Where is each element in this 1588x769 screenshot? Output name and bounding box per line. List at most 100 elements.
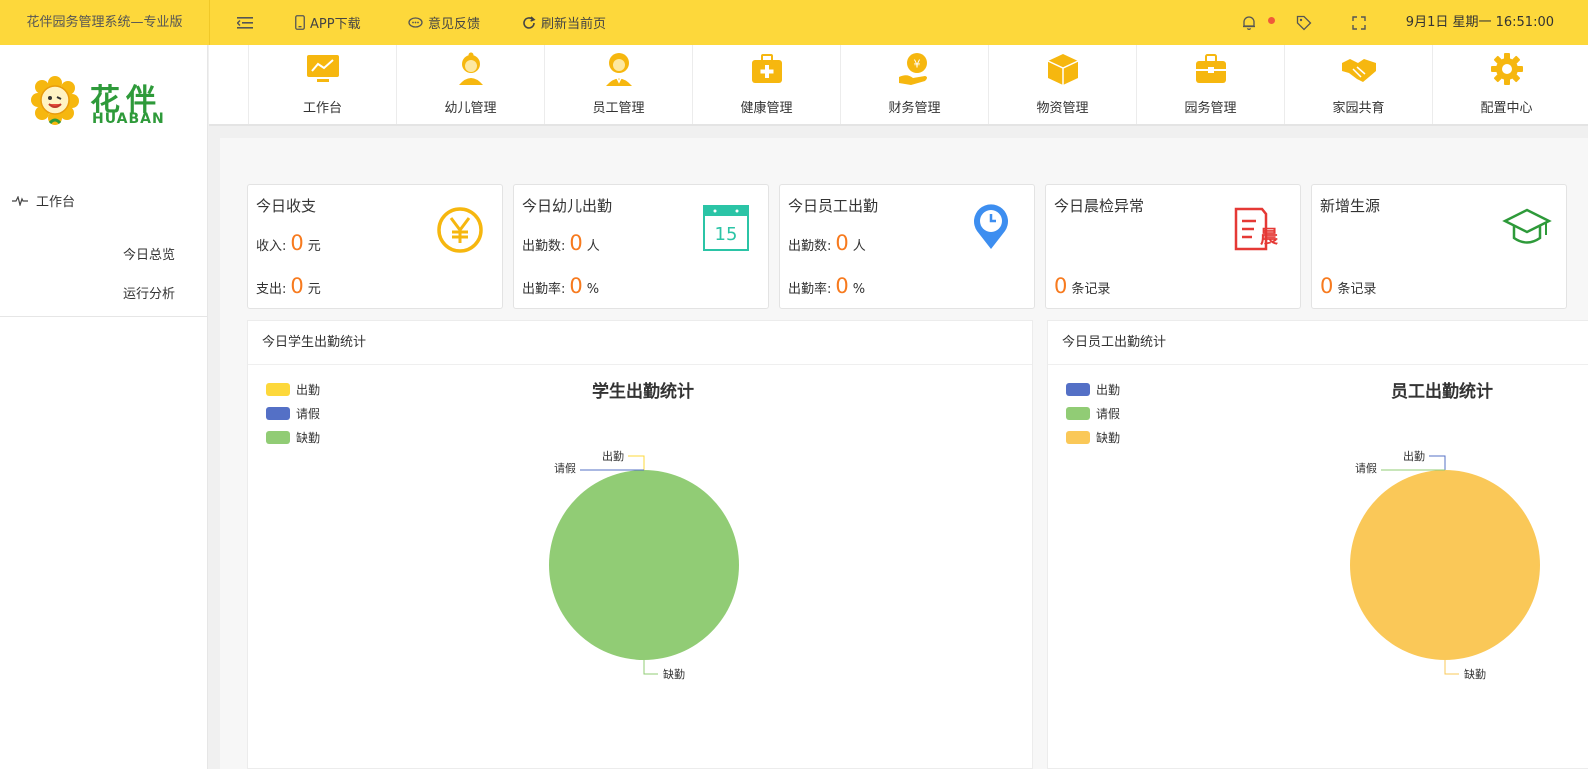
module-home-school[interactable]: 家园共育 [1284, 45, 1432, 124]
refresh-button[interactable]: 刷新当前页 [522, 0, 606, 45]
logo[interactable]: 花伴 HUABAN [30, 75, 170, 145]
expense-label: 支出: [256, 282, 287, 297]
pie-label: 请假 [554, 461, 576, 475]
card-today-income[interactable]: 今日收支 收入: 0 元 支出: 0 元 [247, 184, 503, 309]
fullscreen-icon [1352, 15, 1366, 30]
sidebar-item-run-analysis[interactable]: 运行分析 [123, 283, 175, 302]
child-count-label: 出勤数: [522, 239, 566, 254]
pie-slice-3[interactable] [1350, 470, 1540, 660]
staff-rate-value: 0 [835, 274, 849, 298]
module-materials-management[interactable]: 物资管理 [988, 45, 1136, 124]
app-download-button[interactable]: APP下载 [295, 0, 361, 45]
module-label: 健康管理 [740, 101, 793, 116]
app-download-label: APP下载 [310, 17, 361, 32]
menu-fold-icon [237, 16, 253, 29]
pie-label: 缺勤 [1464, 667, 1486, 681]
module-label: 园务管理 [1184, 101, 1237, 116]
pie-label: 出勤 [1403, 449, 1425, 463]
card-title: 新增生源 [1320, 197, 1381, 215]
logo-english-text: HUABAN [92, 111, 165, 127]
child-rate-value: 0 [569, 274, 583, 298]
notification-button[interactable] [1242, 0, 1256, 45]
morning-check-icon-text: 晨 [1260, 227, 1279, 248]
handshake-icon [1341, 59, 1376, 82]
box-icon [1047, 54, 1078, 85]
sidebar-item-today-overview[interactable]: 今日总览 [123, 244, 175, 263]
module-staff-management[interactable]: 员工管理 [544, 45, 692, 124]
module-workbench[interactable]: 工作台 [248, 45, 396, 124]
staff-count-label: 出勤数: [788, 239, 832, 254]
calendar-icon: 15 [703, 205, 749, 251]
module-bar: 工作台 幼儿管理 员工管理 健康管理 ¥ 财务管理 物资管理 园务管理 家园共育… [209, 45, 1588, 126]
income-value: 0 [290, 231, 304, 255]
tag-button[interactable] [1296, 0, 1312, 45]
sidebar: 花伴 HUABAN 工作台 今日总览 运行分析 [0, 45, 208, 769]
card-child-attendance[interactable]: 今日幼儿出勤 出勤数: 0 人 出勤率: 0 % 15 [513, 184, 769, 309]
pie-leader-line [1444, 660, 1459, 675]
income-unit: 元 [307, 239, 321, 254]
new-students-value: 0 [1320, 274, 1334, 298]
briefcase-icon [1195, 54, 1226, 83]
staff-count-unit: 人 [852, 239, 866, 254]
child-count-unit: 人 [586, 239, 600, 254]
income-label: 收入: [256, 239, 287, 254]
module-label: 员工管理 [592, 101, 645, 116]
yuan-hand-icon: ¥ [898, 53, 927, 85]
svg-text:¥: ¥ [913, 58, 920, 71]
gear-icon [1490, 53, 1523, 85]
yuan-coin-icon [437, 207, 483, 253]
feedback-button[interactable]: 意见反馈 [408, 0, 480, 45]
pie-leader-line [628, 455, 645, 470]
location-clock-icon [974, 204, 1008, 249]
feedback-label: 意见反馈 [428, 17, 481, 32]
module-config-center[interactable]: 配置中心 [1432, 45, 1580, 124]
module-health-management[interactable]: 健康管理 [692, 45, 840, 124]
graduation-cap-icon [1502, 208, 1552, 244]
staff-rate-unit: % [852, 282, 866, 297]
new-students-row: 0 条记录 [1320, 274, 1376, 298]
expense-row: 支出: 0 元 [256, 274, 321, 298]
staff-count-value: 0 [835, 231, 849, 255]
pie-label: 出勤 [602, 449, 624, 463]
pie-label: 缺勤 [663, 667, 685, 681]
module-label: 配置中心 [1480, 101, 1533, 116]
sidebar-divider [0, 316, 208, 317]
menu-toggle-button[interactable] [237, 0, 253, 45]
staff-pie-chart: 出勤请假缺勤 [1350, 449, 1540, 681]
morning-check-unit: 条记录 [1071, 282, 1111, 297]
expense-unit: 元 [307, 282, 321, 297]
top-bar: 花伴园务管理系统—专业版 APP下载 意见反馈 刷新当前页 9月1日 星期一 1… [0, 0, 1588, 45]
refresh-label: 刷新当前页 [541, 17, 607, 32]
card-morning-check[interactable]: 今日晨检异常 0 条记录 晨 [1045, 184, 1301, 309]
chat-bubble-icon [408, 16, 423, 28]
sidebar-group-label: 工作台 [36, 195, 76, 210]
module-affairs-management[interactable]: 园务管理 [1136, 45, 1284, 124]
student-pie-chart: 出勤请假缺勤 [549, 449, 739, 681]
child-count-value: 0 [569, 231, 583, 255]
medical-kit-icon [751, 54, 782, 83]
panel-student-attendance: 今日学生出勤统计 出勤 请假 缺勤 学生出勤统计 出勤 请假 缺勤 [247, 320, 1033, 769]
staff-rate-label: 出勤率: [788, 282, 832, 297]
module-finance-management[interactable]: ¥ 财务管理 [840, 45, 988, 124]
module-child-management[interactable]: 幼儿管理 [396, 45, 544, 124]
card-new-students[interactable]: 新增生源 0 条记录 [1311, 184, 1567, 309]
app-title: 花伴园务管理系统—专业版 [0, 0, 210, 45]
pie-slice-3[interactable] [549, 470, 739, 660]
pie-leader-line [643, 660, 658, 675]
monitor-chart-icon [306, 55, 339, 82]
staff-icon [605, 53, 632, 86]
staff-rate-row: 出勤率: 0 % [788, 274, 865, 298]
calendar-day: 15 [715, 224, 738, 245]
pie-leader-line [1429, 455, 1446, 470]
panel-staff-attendance: 今日员工出勤统计 出勤 请假 缺勤 员工出勤统计 出勤 请假 缺勤 [1047, 320, 1588, 769]
card-title: 今日员工出勤 [788, 197, 879, 215]
bell-icon [1243, 16, 1255, 30]
card-title: 今日幼儿出勤 [522, 197, 613, 215]
expense-value: 0 [290, 274, 304, 298]
sidebar-group-workbench[interactable]: 工作台 [12, 191, 75, 210]
phone-icon [295, 15, 305, 30]
income-row: 收入: 0 元 [256, 231, 321, 255]
fullscreen-button[interactable] [1352, 0, 1366, 45]
card-staff-attendance[interactable]: 今日员工出勤 出勤数: 0 人 出勤率: 0 % [779, 184, 1035, 309]
refresh-icon [523, 15, 536, 29]
